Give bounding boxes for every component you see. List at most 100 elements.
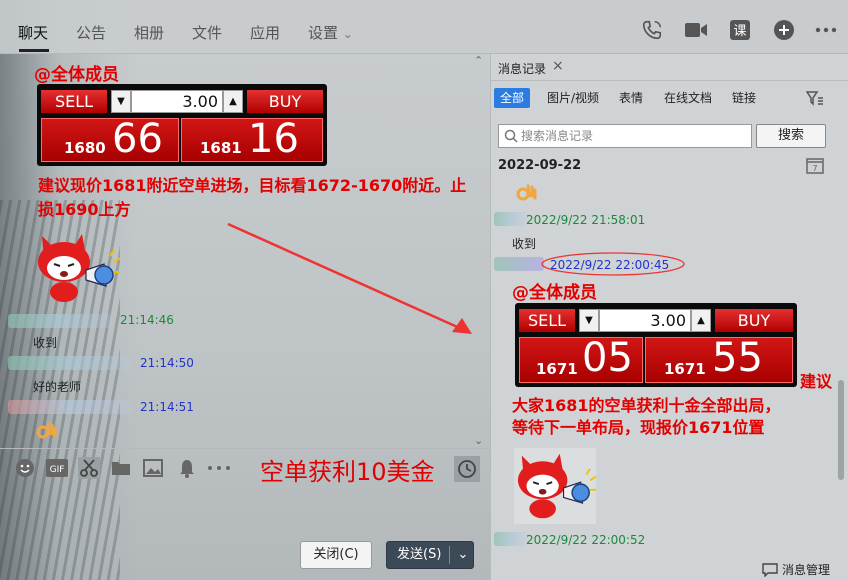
bell-icon[interactable] [176,457,198,479]
history-reply: 收到 [512,237,537,251]
video-call-icon[interactable] [684,18,708,42]
top-nav: 聊天 公告 相册 文件 应用 设置 ⌄ 课 [0,0,848,54]
svg-text:GIF: GIF [50,465,65,475]
class-icon[interactable]: 课 [728,18,752,42]
filter-docs[interactable]: 在线文档 [664,88,712,108]
increase-icon: ▲ [223,90,243,113]
buy-label: BUY [715,309,793,332]
tab-chat[interactable]: 聊天 [18,22,48,43]
send-options-chevron-icon[interactable]: ⌄ [453,542,473,568]
history-tab[interactable]: 消息记录 [498,60,546,77]
gif-icon[interactable]: GIF [46,457,68,479]
buy-price-panel: 1681 16 [181,116,323,162]
trade-advice-message: 建议现价1681附近空单进场，目标看1672-1670附近。止损1690上方 [38,176,467,219]
buy-price-panel: 1671 55 [645,335,793,383]
message-manager-link[interactable]: 消息管理 [782,561,830,578]
buy-price-digits: 16 [248,116,299,162]
history-date-header: 2022-09-22 [498,158,582,173]
buy-label: BUY [247,90,323,113]
more-icon[interactable] [814,18,838,42]
tab-apps[interactable]: 应用 [250,22,280,43]
history-trade-quote-card: SELL ▼ 3.00 ▲ BUY 1671 05 1671 55 [515,303,797,387]
history-scrollbar[interactable] [838,380,844,480]
input-toolbar-divider [0,448,490,449]
profit-overlay-text: 空单获利10美金 [260,458,435,486]
svg-text:课: 课 [733,24,746,39]
decrease-icon: ▼ [111,90,131,113]
send-button[interactable]: 发送(S) ⌄ [386,541,474,569]
calendar-day: 7 [812,164,817,173]
message-time: 21:14:46 [120,313,174,327]
filter-media[interactable]: 图片/视频 [547,88,599,108]
history-advice-line2: 大家1681的空单获利十金全部出局， [512,396,781,415]
history-tab-divider [490,80,848,81]
sell-price-prefix: 1671 [536,360,578,378]
sell-price-panel: 1680 66 [41,116,179,162]
folder-icon[interactable] [110,457,132,479]
message-time: 21:14:51 [140,400,194,414]
quantity-value: 3.00 [131,90,223,113]
fox-sticker [514,448,597,524]
history-advice-line3: 等待下一单布局，现报价1671位置 [512,418,765,437]
tab-announcement[interactable]: 公告 [76,22,106,43]
sell-price-prefix: 1680 [64,139,106,157]
history-mention-all: @全体成员 [512,283,597,303]
increase-icon: ▲ [691,309,711,332]
add-icon[interactable] [772,18,796,42]
ok-hand-emoji-icon [514,182,538,210]
sell-price-panel: 1671 05 [519,335,643,383]
sender-name-blurred [8,356,132,370]
mention-all: @全体成员 [34,65,119,85]
sender-name-blurred [494,532,528,546]
sender-name-blurred [494,212,528,226]
buy-price-prefix: 1681 [200,139,242,157]
fox-sticker [34,228,121,308]
sell-label: SELL [41,90,107,113]
ok-hand-emoji-icon [34,420,58,448]
tab-settings-label: 设置 [308,24,339,42]
send-button-label: 发送(S) [397,547,442,562]
filter-icon[interactable] [805,90,824,110]
collapse-up-icon[interactable]: ⌃ [474,54,483,67]
image-icon[interactable] [142,457,164,479]
tab-files[interactable]: 文件 [192,22,222,43]
message-manager-icon[interactable] [762,562,778,580]
calendar-icon[interactable]: 7 [806,156,824,178]
search-button[interactable]: 搜索 [756,124,826,148]
reply-message: 好的老师 [33,380,82,394]
search-icon [504,128,518,147]
history-time: 2022/9/22 21:58:01 [526,213,646,227]
tab-settings[interactable]: 设置 ⌄ [308,22,353,43]
emoji-icon[interactable] [14,457,36,479]
red-ellipse-annotation [541,252,685,276]
close-history-icon[interactable]: × [552,58,564,74]
trade-quote-card: SELL ▼ 3.00 ▲ BUY 1680 66 1681 16 [37,84,327,166]
filter-all[interactable]: 全部 [494,88,531,108]
filter-stickers[interactable]: 表情 [619,88,643,108]
active-tab-underline [19,49,49,52]
more-tools-icon[interactable] [206,457,232,479]
close-button[interactable]: 关闭(C) [300,541,372,569]
chevron-down-icon: ⌄ [342,27,353,41]
collapse-down-icon[interactable]: ⌄ [474,434,483,447]
history-search-input[interactable]: 搜索消息记录 [498,124,752,148]
sender-name-blurred [8,400,132,414]
history-clock-icon[interactable] [454,456,480,482]
screenshot-scissors-icon[interactable] [78,457,100,479]
buy-price-digits: 55 [712,335,763,381]
reply-message: 收到 [33,336,58,350]
history-advice-line1: 建议 [800,372,833,391]
send-divider [449,546,450,564]
buy-price-prefix: 1671 [664,360,706,378]
decrease-icon: ▼ [579,309,599,332]
quantity-value: 3.00 [599,309,691,332]
sender-name-blurred [494,257,544,271]
phone-icon[interactable] [640,18,664,42]
sell-price-digits: 05 [582,335,633,381]
sender-name-blurred [8,314,112,328]
filter-links[interactable]: 链接 [732,88,756,108]
history-time: 2022/9/22 22:00:52 [526,533,646,547]
sell-label: SELL [519,309,575,332]
tab-album[interactable]: 相册 [134,22,164,43]
sell-price-digits: 66 [112,116,163,162]
